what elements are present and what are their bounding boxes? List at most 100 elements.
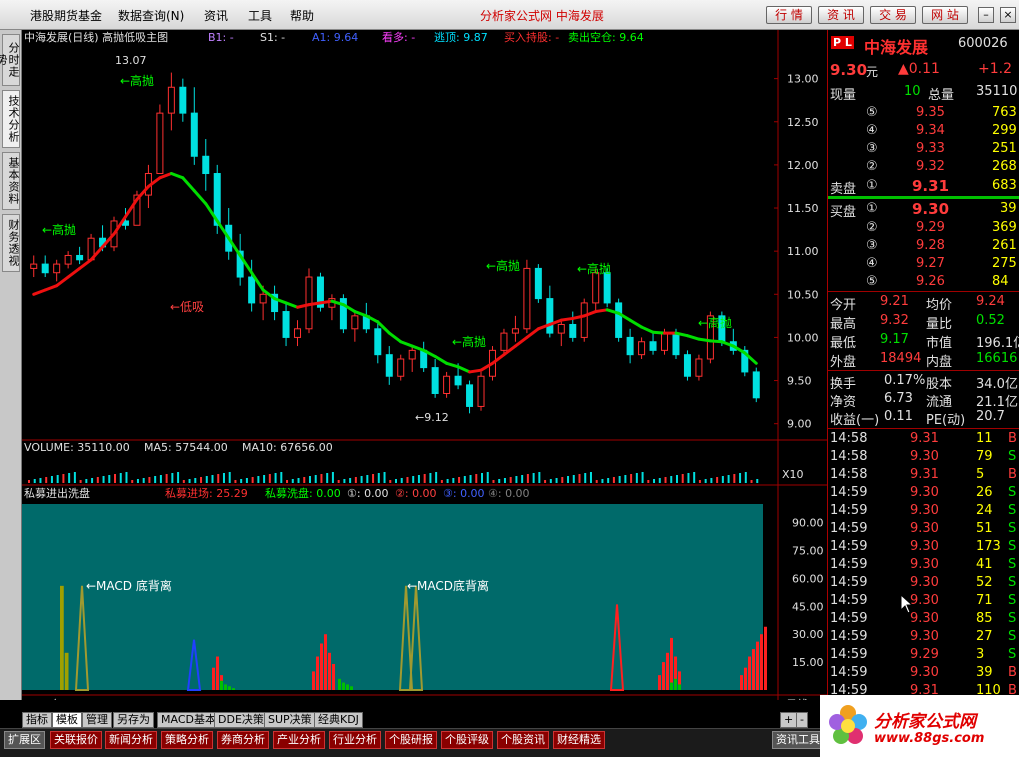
lower-bar <box>220 680 223 690</box>
tick-direction: S <box>1008 629 1017 644</box>
website-button[interactable]: 网 站 <box>922 6 968 24</box>
tab-template[interactable]: 模板 <box>52 712 82 728</box>
volume-bar <box>733 474 736 483</box>
tab-news-analysis[interactable]: 新闻分析 <box>105 731 157 749</box>
quote-button[interactable]: 行 情 <box>766 6 812 24</box>
ma10-label: MA10: 67656.00 <box>242 441 333 454</box>
volume-bar <box>33 479 36 483</box>
stat-value: 0.11 <box>884 409 913 424</box>
tab-save-as[interactable]: 另存为 <box>113 712 154 728</box>
volume-bar <box>228 472 231 483</box>
tab-broker-analysis[interactable]: 券商分析 <box>217 731 269 749</box>
sell-level-index: ④ <box>866 123 878 138</box>
ma-segment <box>708 339 724 344</box>
tab-indicator[interactable]: 指标 <box>22 712 52 728</box>
candle-body <box>569 323 577 338</box>
chart-area[interactable]: 13.00 12.50 12.00 11.50 11.00 10.50 10.00 9.50 9… <box>22 30 827 700</box>
tick-direction: S <box>1008 449 1017 464</box>
tab-info-tools[interactable]: 资讯工具 <box>772 731 824 749</box>
sidetab-technical[interactable]: 技术分析 <box>2 90 20 148</box>
tab-kdj[interactable]: 经典KDJ <box>314 712 363 728</box>
sell-high-note: ←高抛 <box>42 222 76 237</box>
volume-bar <box>171 473 174 483</box>
sell-level-volume: 268 <box>992 159 1017 174</box>
macd-divergence-note: ←MACD 底背离 <box>86 578 172 593</box>
stat-label: 内盘 <box>926 355 953 370</box>
price-axis-label: 10.50 <box>787 288 819 301</box>
tick-price: 9.30 <box>910 539 939 554</box>
menu-hk-futures[interactable]: 港股期货基金 <box>30 7 102 24</box>
volume-bar <box>630 474 633 483</box>
tab-sup[interactable]: SUP决策 <box>264 712 316 728</box>
menu-help[interactable]: 帮助 <box>290 7 314 24</box>
volume-bar <box>641 472 644 483</box>
tab-dde[interactable]: DDE决策 <box>214 712 268 728</box>
volume-bar <box>739 473 742 483</box>
side-tabs: 分时走势 技术分析 基本资料 财务透视 <box>0 30 22 700</box>
tab-stock-rating[interactable]: 个股评级 <box>441 731 493 749</box>
minimize-icon[interactable]: – <box>978 7 994 23</box>
indicator-value: S1: - <box>260 31 285 44</box>
sidetab-finance[interactable]: 财务透视 <box>2 214 20 272</box>
volume-bar <box>73 472 76 483</box>
candle-body <box>351 315 359 330</box>
tab-stock-news[interactable]: 个股资讯 <box>497 731 549 749</box>
tab-manage[interactable]: 管理 <box>82 712 112 728</box>
buy1-row: 买盘 ① 9.30 39 <box>828 200 1019 220</box>
line1-label: ①: 0.00 <box>347 487 389 500</box>
tick-price: 9.30 <box>910 485 939 500</box>
menu-data-query[interactable]: 数据查询(N) <box>118 7 184 24</box>
tab-extension[interactable]: 扩展区 <box>4 731 45 749</box>
lower-bar <box>316 656 319 690</box>
candle-body <box>661 332 669 351</box>
kline-chart[interactable]: 13.00 12.50 12.00 11.50 11.00 10.50 10.00 9.50 9… <box>22 30 827 700</box>
volume-bar <box>538 472 541 483</box>
trade-button[interactable]: 交 易 <box>870 6 916 24</box>
tick-row: 14:58 9.31 11 B <box>828 430 1019 448</box>
tick-time: 14:59 <box>830 521 868 536</box>
sidetab-intraday[interactable]: 分时走势 <box>0 34 20 86</box>
tab-macd-basic[interactable]: MACD基本 <box>157 712 220 728</box>
volume-bar <box>326 473 329 483</box>
tab-industry-chain[interactable]: 产业分析 <box>273 731 325 749</box>
sidetab-basic[interactable]: 基本资料 <box>2 152 20 210</box>
tab-sector-analysis[interactable]: 行业分析 <box>329 731 381 749</box>
volume-bar <box>481 473 484 483</box>
tick-volume: 173 <box>976 539 1001 554</box>
zoom-out-button[interactable]: - <box>796 712 808 728</box>
candle-body <box>626 336 634 356</box>
volume-bar <box>102 476 105 483</box>
tick-time: 14:58 <box>830 449 868 464</box>
tick-volume: 41 <box>976 557 993 572</box>
tab-stock-research[interactable]: 个股研报 <box>385 731 437 749</box>
volume-bar <box>670 476 673 483</box>
tab-strategy-analysis[interactable]: 策略分析 <box>161 731 213 749</box>
tick-direction: S <box>1008 557 1017 572</box>
candle-body <box>580 302 588 338</box>
close-icon[interactable]: × <box>1000 7 1016 23</box>
volume-bar <box>360 476 363 483</box>
buy-level-price: 9.27 <box>916 256 945 271</box>
tab-finance-picks[interactable]: 财经精选 <box>553 731 605 749</box>
volume-bar <box>148 477 151 483</box>
candle-body <box>466 384 474 407</box>
menu-tools[interactable]: 工具 <box>248 7 272 24</box>
volume-bar <box>526 474 529 483</box>
volume-bar <box>274 473 277 483</box>
lower-bar <box>328 652 331 690</box>
volume-bar <box>142 478 145 483</box>
menu-news[interactable]: 资讯 <box>204 7 228 24</box>
candle-body <box>259 293 267 304</box>
tab-related-quotes[interactable]: 关联报价 <box>50 731 102 749</box>
zoom-in-button[interactable]: + <box>780 712 798 728</box>
sell1-row: 卖盘 ① 9.31 683 <box>828 177 1019 197</box>
volume-bar <box>91 478 94 483</box>
tick-time: 14:59 <box>830 629 868 644</box>
stock-code: 600026 <box>958 36 1008 51</box>
lower-axis-label: 60.00 <box>792 572 824 585</box>
info-button[interactable]: 资 讯 <box>818 6 864 24</box>
buy-level-volume: 261 <box>992 238 1017 253</box>
candle-body <box>385 354 393 377</box>
volume-bar <box>28 480 30 483</box>
sell-high-note: ←高抛 <box>120 73 154 88</box>
